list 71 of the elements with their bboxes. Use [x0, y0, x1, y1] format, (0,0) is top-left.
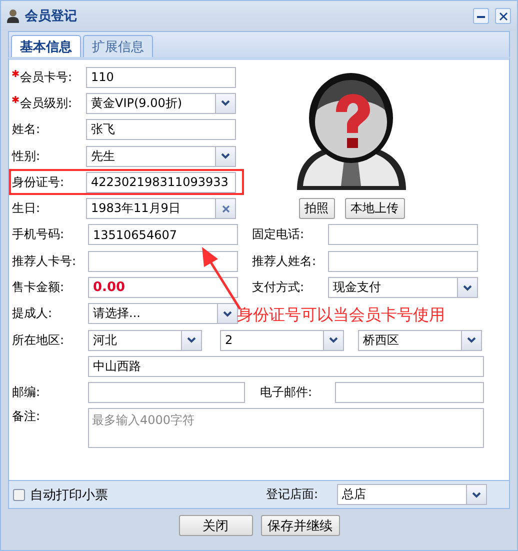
input-field[interactable]: 422302198311093933 [86, 172, 236, 193]
dropdown-button[interactable] [217, 304, 237, 324]
dropdown[interactable]: 河北 [88, 330, 202, 351]
field-label: 生日: [12, 200, 42, 218]
field-label: 提成人: [12, 305, 54, 322]
minimize-icon [477, 14, 485, 18]
field-label: 备注: [12, 408, 42, 425]
dropdown-button[interactable] [457, 278, 477, 298]
minimize-button[interactable] [473, 8, 489, 24]
user-icon [7, 9, 19, 23]
annotation-text: 身份证号可以当会员卡号使用 [237, 305, 445, 324]
field-label: 电子邮件: [260, 384, 314, 402]
dropdown[interactable]: 请选择... [88, 303, 238, 324]
auto-print-checkbox[interactable]: 自动打印小票 [13, 486, 266, 504]
dialog-button[interactable]: 保存并继续 [260, 515, 340, 536]
field-label: 身份证号: [12, 174, 66, 191]
clear-button[interactable] [215, 199, 235, 218]
field-label: 推荐人姓名: [252, 252, 318, 270]
input-field[interactable]: 110 [86, 66, 236, 88]
photo-button[interactable]: 本地上传 [344, 198, 404, 219]
field-label: 售卡金额: [12, 279, 66, 296]
field-label: 会员级别: [20, 94, 74, 112]
input-field[interactable] [328, 224, 478, 246]
dropdown-button[interactable] [181, 330, 201, 350]
dropdown[interactable]: 桥西区 [358, 330, 482, 351]
close-button[interactable] [495, 8, 511, 24]
chevron-down-icon [472, 492, 481, 498]
dropdown[interactable]: 黄金VIP(9.00折) [86, 92, 236, 114]
chevron-down-icon [329, 337, 338, 344]
dropdown-button[interactable] [215, 94, 235, 113]
field-label: 登记店面: [266, 486, 320, 503]
dropdown-button[interactable] [215, 146, 235, 166]
input-field[interactable] [328, 250, 478, 272]
dropdown-button[interactable] [461, 330, 481, 350]
chevron-down-icon [463, 284, 472, 291]
dropdown[interactable]: 总店 [337, 484, 487, 505]
field-label: 会员卡号: [20, 68, 74, 86]
dialog-button[interactable]: 关闭 [178, 515, 252, 536]
input-field[interactable]: 中山西路 [88, 356, 484, 377]
dropdown-button[interactable] [466, 485, 486, 504]
field-label: 性别: [12, 148, 42, 165]
input-field[interactable]: 13510654607 [88, 224, 238, 246]
dropdown[interactable]: 现金支付 [328, 277, 478, 298]
field-label: 所在地区: [12, 332, 66, 349]
tab[interactable]: 扩展信息 [83, 35, 153, 57]
input-field[interactable]: 0.00 [88, 277, 238, 298]
field-label: 手机号码: [12, 226, 66, 244]
chevron-down-icon [223, 310, 232, 317]
dropdown[interactable]: 2 [220, 330, 344, 351]
window-title: 会员登记 [25, 8, 78, 25]
chevron-down-icon [221, 100, 230, 106]
input-field[interactable] [88, 250, 238, 272]
input-field[interactable] [335, 382, 484, 404]
field-label: 推荐人卡号: [12, 252, 78, 270]
photo-button[interactable]: 拍照 [298, 198, 334, 219]
field-label: 姓名: [12, 121, 42, 138]
remark-field[interactable]: 最多输入4000字符 [88, 408, 484, 448]
close-icon [498, 12, 508, 20]
chevron-down-icon [221, 153, 230, 160]
input-field[interactable] [88, 382, 245, 404]
field-label: 支付方式: [252, 279, 306, 296]
chevron-down-icon [187, 337, 196, 344]
dropdown[interactable]: 先生 [86, 146, 236, 167]
input-field[interactable]: 张飞 [86, 119, 236, 140]
dropdown-button[interactable] [323, 330, 343, 350]
field-label: 邮编: [12, 384, 42, 402]
date-field[interactable]: 1983年11月9日 [86, 198, 236, 220]
field-label: 固定电话: [252, 226, 306, 244]
tab[interactable]: 基本信息 [11, 35, 81, 57]
chevron-down-icon [467, 337, 476, 344]
close-icon [222, 204, 230, 213]
